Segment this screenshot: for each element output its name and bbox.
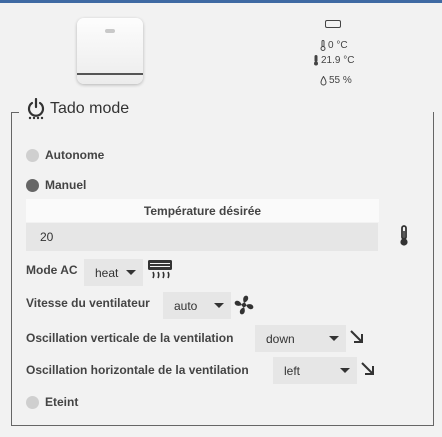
fan-speed-select[interactable]: auto xyxy=(163,292,231,319)
air-conditioner-icon xyxy=(148,260,172,279)
fieldset-title: Tado mode xyxy=(50,100,130,117)
vertical-swing-value: down xyxy=(266,331,295,346)
chevron-down-icon xyxy=(329,336,339,341)
battery-icon xyxy=(325,20,341,28)
radio-button[interactable] xyxy=(26,148,39,162)
humidity-row: 55 % xyxy=(320,75,352,86)
thermometer-icon xyxy=(320,40,326,51)
radio-button[interactable] xyxy=(26,395,39,409)
radio-label: Manuel xyxy=(45,178,87,192)
horizontal-swing-value: left xyxy=(284,363,301,378)
humidity-value: 55 % xyxy=(329,75,352,86)
device-stripe xyxy=(77,73,143,75)
setpoint-row: 0 °C xyxy=(320,40,348,51)
mode-ac-select[interactable]: heat xyxy=(84,259,143,286)
radio-option-eteint[interactable]: Eteint xyxy=(26,395,78,409)
mode-ac-value: heat xyxy=(95,265,119,280)
chevron-down-icon xyxy=(214,303,224,308)
temperature-value: 21.9 °C xyxy=(321,55,355,66)
vertical-swing-label: Oscillation verticale de la ventilation xyxy=(26,331,234,345)
fieldset-legend: Tado mode xyxy=(26,98,132,120)
water-drop-icon xyxy=(320,75,327,85)
radio-label: Eteint xyxy=(45,395,79,409)
vertical-swing-select[interactable]: down xyxy=(255,325,346,352)
radio-option-manuel[interactable]: Manuel xyxy=(26,178,86,192)
fan-speed-value: auto xyxy=(174,298,198,313)
thermometer-icon xyxy=(314,55,318,66)
arrow-down-right-icon xyxy=(350,330,363,343)
power-icon xyxy=(27,98,45,120)
chevron-down-icon xyxy=(340,368,350,373)
fieldset-top-edge xyxy=(11,112,19,113)
fan-speed-label: Vitesse du ventilateur xyxy=(26,296,150,310)
top-accent-bar xyxy=(0,0,442,3)
mode-ac-label: Mode AC xyxy=(26,263,78,277)
fan-icon xyxy=(234,295,254,315)
desired-temperature-label: Température désirée xyxy=(26,199,379,222)
radio-button-selected[interactable] xyxy=(26,178,39,192)
device-sensor xyxy=(105,29,115,33)
chevron-down-icon xyxy=(126,270,136,275)
radio-label: Autonome xyxy=(45,148,105,162)
desired-temperature-input[interactable]: 20 xyxy=(26,223,378,251)
tado-device-image xyxy=(77,18,143,84)
temperature-row: 21.9 °C xyxy=(313,55,354,66)
arrow-down-right-icon xyxy=(361,362,374,375)
setpoint-value: 0 °C xyxy=(328,40,348,51)
radio-option-autonome[interactable]: Autonome xyxy=(26,148,104,162)
horizontal-swing-select[interactable]: left xyxy=(273,357,357,384)
horizontal-swing-label: Oscillation horizontale de la ventilatio… xyxy=(26,363,249,377)
thermometer-icon xyxy=(400,225,408,246)
